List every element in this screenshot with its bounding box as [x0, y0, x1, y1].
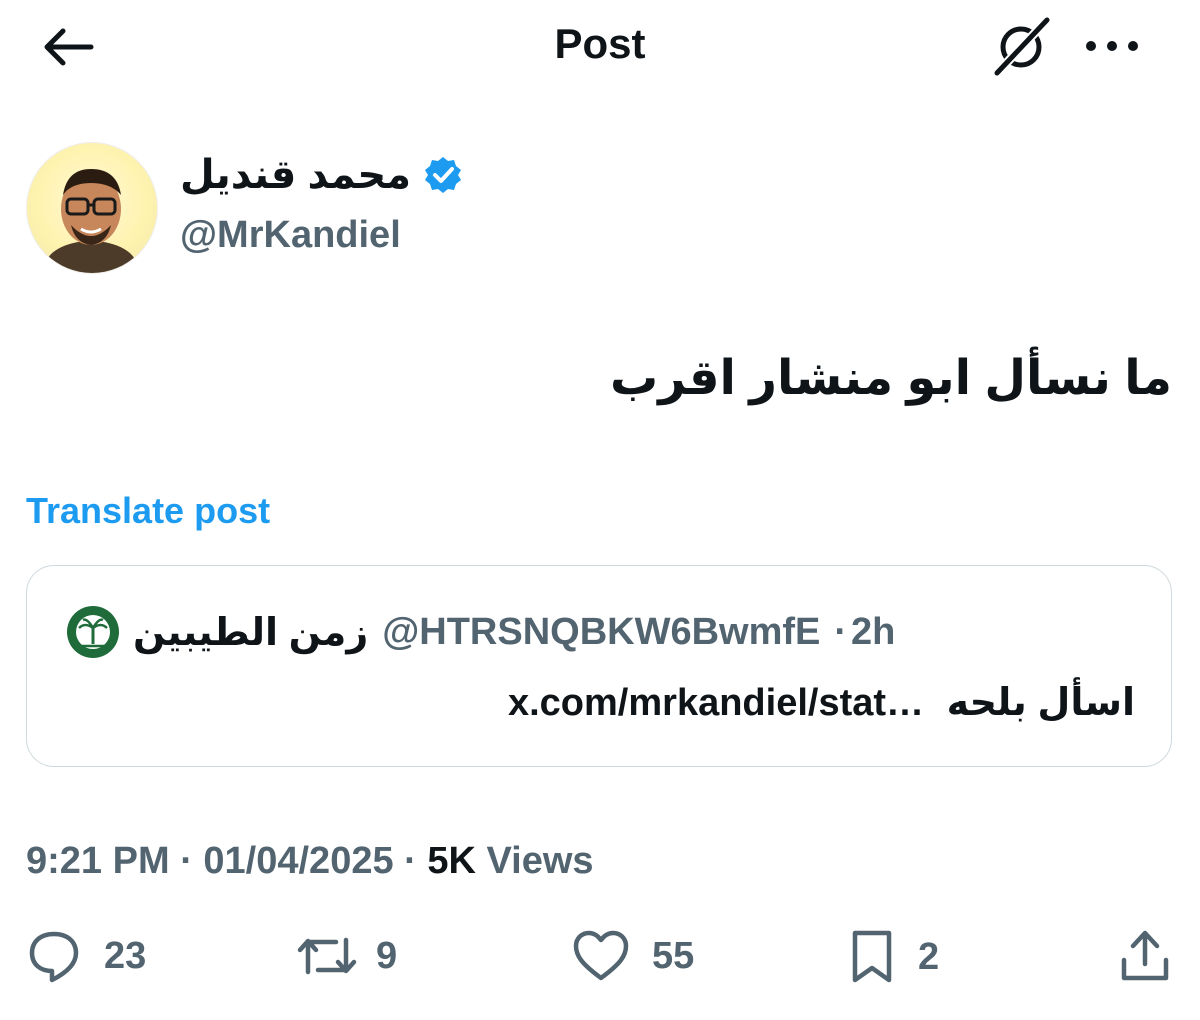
palm-tree-emblem-icon	[69, 608, 117, 656]
quoted-post-link[interactable]: x.com/mrkandiel/stat…	[508, 682, 924, 724]
translate-post-link[interactable]: Translate post	[26, 490, 270, 532]
author-handle[interactable]: @MrKandiel	[180, 214, 401, 257]
meta-separator: ·	[180, 840, 193, 882]
quoted-author-name: زمن الطيبين	[133, 611, 369, 654]
author-display-name[interactable]: محمد قنديل	[180, 152, 411, 198]
like-button[interactable]: 55	[572, 928, 694, 984]
grok-icon	[993, 16, 1051, 76]
grok-button[interactable]	[990, 16, 1054, 76]
views-count[interactable]: 5K	[427, 840, 476, 882]
bookmark-count: 2	[918, 935, 940, 978]
quoted-post-header: زمن الطيبين @HTRSNQBKW6BwmfE · 2h	[67, 606, 895, 658]
quoted-author-avatar	[67, 606, 119, 658]
bookmark-button[interactable]: 2	[848, 928, 939, 986]
quoted-post-time: 2h	[851, 610, 896, 653]
more-button[interactable]	[1082, 26, 1142, 66]
post-date: 01/04/2025	[203, 840, 394, 882]
author-display-name-row: محمد قنديل	[180, 152, 463, 198]
quoted-post-arabic-text: اسأل بلحه	[946, 682, 1135, 724]
repost-count: 9	[376, 934, 398, 977]
quoted-post-card[interactable]: زمن الطيبين @HTRSNQBKW6BwmfE · 2h x.com/…	[26, 565, 1172, 767]
avatar-portrait-icon	[45, 169, 137, 273]
quoted-author-handle: @HTRSNQBKW6BwmfE	[382, 610, 821, 653]
heart-icon	[573, 930, 629, 981]
views-label: Views	[486, 840, 594, 882]
post-text: ما نسأل ابو منشار اقرب	[610, 352, 1172, 405]
reply-button[interactable]: 23	[26, 928, 146, 984]
quoted-post-text: x.com/mrkandiel/stat… اسأل بلحه	[508, 680, 1135, 725]
repost-button[interactable]: 9	[296, 928, 397, 984]
bookmark-icon	[852, 930, 892, 983]
repost-icon	[297, 937, 357, 975]
more-horizontal-icon	[1086, 41, 1138, 51]
reply-icon	[29, 931, 79, 983]
reply-count: 23	[104, 934, 147, 977]
share-button[interactable]	[1118, 928, 1172, 984]
post-time: 9:21 PM	[26, 840, 170, 882]
author-avatar[interactable]	[26, 142, 158, 274]
share-icon	[1121, 930, 1169, 981]
post-meta: 9:21 PM · 01/04/2025 · 5K Views	[26, 840, 594, 883]
quoted-separator: ·	[834, 610, 848, 653]
meta-separator: ·	[404, 840, 417, 882]
like-count: 55	[652, 934, 695, 977]
verified-badge-icon	[424, 157, 461, 193]
